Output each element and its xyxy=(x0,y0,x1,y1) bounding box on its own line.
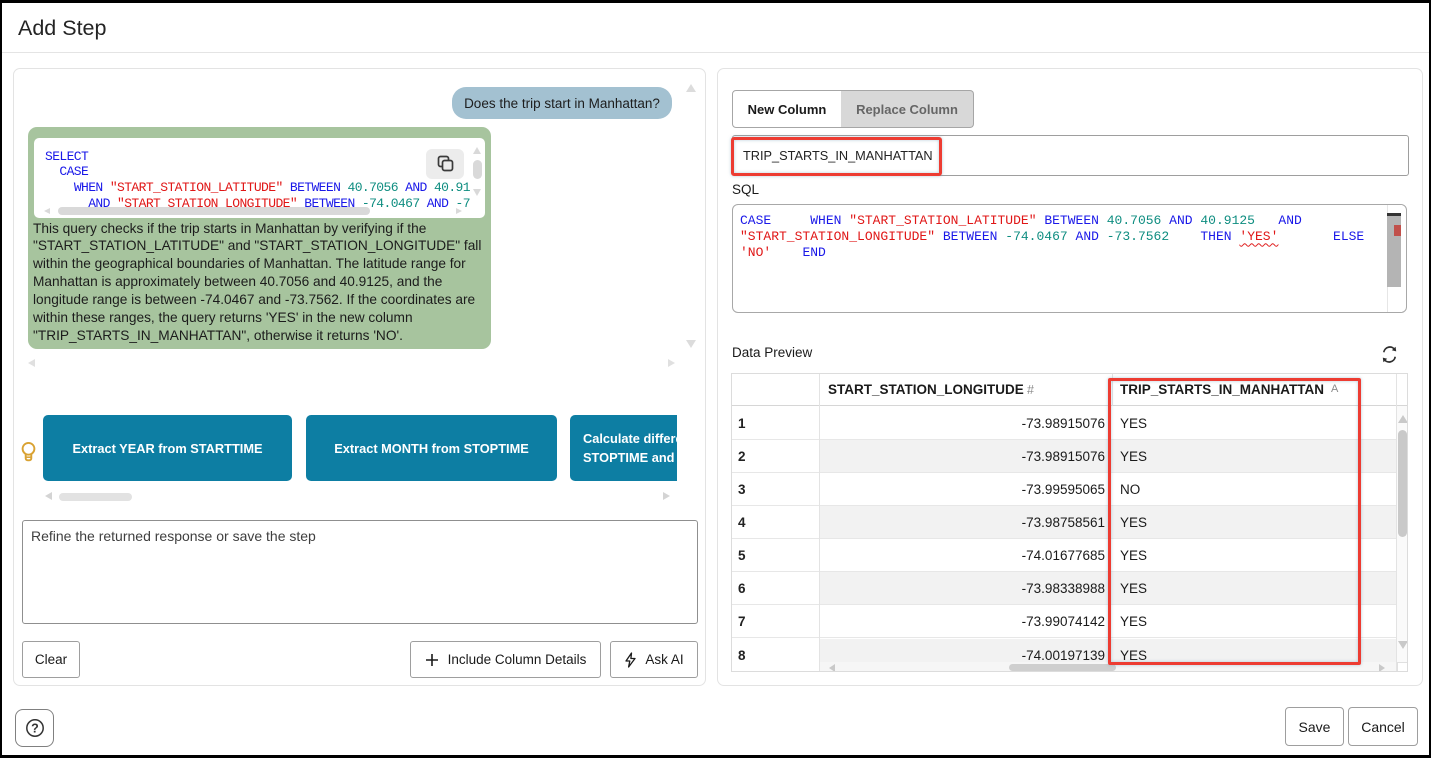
svg-text:?: ? xyxy=(31,721,39,735)
